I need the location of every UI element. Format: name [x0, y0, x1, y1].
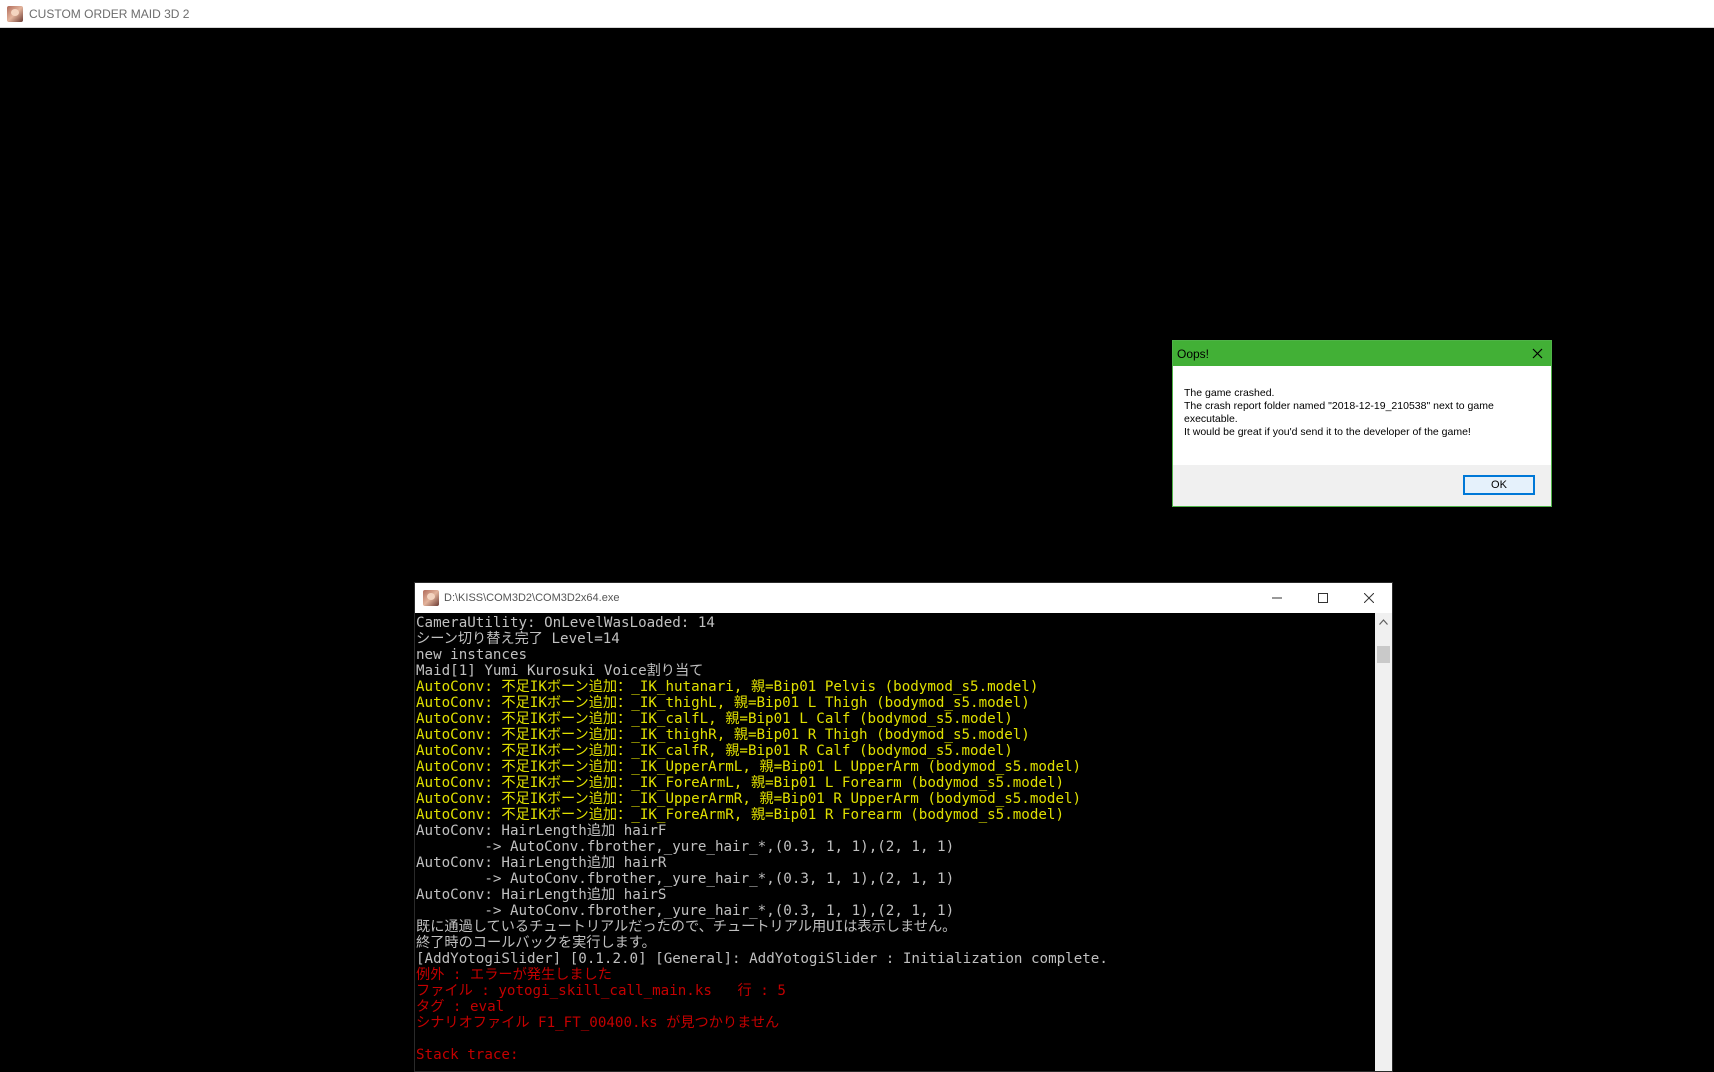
dialog-title-bar[interactable]: Oops! [1173, 341, 1551, 366]
console-line: -> AutoConv.fbrother,_yure_hair_*,(0.3, … [416, 871, 955, 887]
console-app-icon [423, 590, 439, 606]
console-line: AutoConv: 不足IKボーン追加：_IK_ForeArmL, 親=Bip0… [416, 775, 1065, 791]
console-window: D:\KISS\COM3D2\COM3D2x64.exe CameraUtili… [414, 582, 1393, 1072]
console-line: シーン切り替え完了 Level=14 [416, 631, 620, 647]
console-line: Stack trace: [416, 1047, 519, 1063]
minimize-button[interactable] [1254, 583, 1300, 613]
console-line: AutoConv: 不足IKボーン追加：_IK_calfR, 親=Bip01 R… [416, 743, 1013, 759]
dialog-footer: OK [1173, 465, 1551, 506]
dialog-message-line: It would be great if you'd send it to th… [1184, 426, 1471, 438]
console-line: CameraUtility: OnLevelWasLoaded: 14 [416, 615, 715, 631]
console-line: -> AutoConv.fbrother,_yure_hair_*,(0.3, … [416, 903, 955, 919]
console-line: 既に通過しているチュートリアルだったので、チュートリアル用UIは表示しません。 [416, 919, 957, 935]
console-line: AutoConv: 不足IKボーン追加：_IK_thighL, 親=Bip01 … [416, 695, 1030, 711]
console-line: new instances [416, 647, 528, 663]
chevron-up-icon [1379, 618, 1388, 625]
console-line: AutoConv: 不足IKボーン追加：_IK_thighR, 親=Bip01 … [416, 727, 1030, 743]
dialog-title: Oops! [1177, 346, 1210, 361]
console-title-bar[interactable]: D:\KISS\COM3D2\COM3D2x64.exe [415, 583, 1392, 613]
console-line: AutoConv: 不足IKボーン追加：_IK_calfL, 親=Bip01 L… [416, 711, 1013, 727]
crash-dialog: Oops! The game crashed. The crash report… [1172, 340, 1552, 507]
window-controls [1254, 583, 1392, 613]
console-line: ファイル : yotogi_skill_call_main.ks 行 : 5 [416, 983, 786, 999]
scroll-up-button[interactable] [1375, 613, 1392, 630]
console-line: AutoConv: HairLength追加 hairF [416, 823, 667, 839]
dialog-close-button[interactable] [1523, 341, 1551, 366]
console-output[interactable]: CameraUtility: OnLevelWasLoaded: 14 シーン切り… [415, 613, 1377, 1071]
console-line: AutoConv: 不足IKボーン追加：_IK_UpperArmL, 親=Bip… [416, 759, 1082, 775]
game-title-bar: CUSTOM ORDER MAID 3D 2 [0, 0, 1714, 28]
console-line: タグ : eval [416, 999, 505, 1015]
console-scrollbar[interactable] [1375, 613, 1392, 1071]
close-button[interactable] [1346, 583, 1392, 613]
console-line: 例外 : エラーが発生しました [416, 967, 612, 983]
console-line: [AddYotogiSlider] [0.1.2.0] [General]: A… [416, 951, 1108, 967]
ok-button[interactable]: OK [1463, 475, 1535, 495]
console-line: -> AutoConv.fbrother,_yure_hair_*,(0.3, … [416, 839, 955, 855]
console-line: Maid[1] Yumi Kurosuki Voice割り当て [416, 663, 704, 679]
console-line: シナリオファイル F1_FT_00400.ks が見つかりません [416, 1015, 780, 1031]
dialog-message-line: The crash report folder named "2018-12-1… [1184, 400, 1494, 425]
console-window-title: D:\KISS\COM3D2\COM3D2x64.exe [444, 592, 620, 604]
maximize-button[interactable] [1300, 583, 1346, 613]
dialog-message: The game crashed. The crash report folde… [1173, 366, 1551, 465]
close-icon [1364, 593, 1374, 603]
console-line: AutoConv: HairLength追加 hairS [416, 887, 667, 903]
scroll-thumb[interactable] [1377, 646, 1390, 663]
minimize-icon [1272, 597, 1282, 599]
game-window-title: CUSTOM ORDER MAID 3D 2 [29, 6, 190, 21]
console-line: AutoConv: 不足IKボーン追加：_IK_hutanari, 親=Bip0… [416, 679, 1039, 695]
dialog-message-line: The game crashed. [1184, 387, 1275, 399]
console-line: 終了時のコールバックを実行します。 [416, 935, 656, 951]
maximize-icon [1318, 593, 1328, 603]
console-line: AutoConv: 不足IKボーン追加：_IK_ForeArmR, 親=Bip0… [416, 807, 1065, 823]
console-line: AutoConv: 不足IKボーン追加：_IK_UpperArmR, 親=Bip… [416, 791, 1082, 807]
console-line: AutoConv: HairLength追加 hairR [416, 855, 667, 871]
close-icon [1532, 348, 1542, 359]
app-icon [7, 5, 23, 22]
